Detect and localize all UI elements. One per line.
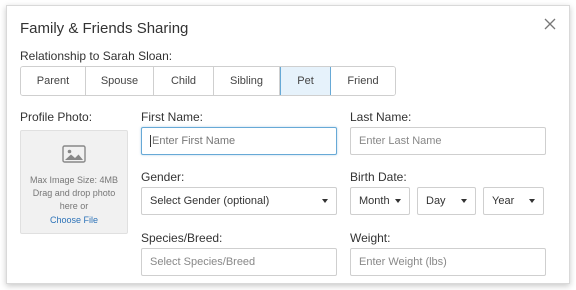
birth-year-value: Year bbox=[492, 195, 515, 207]
close-icon[interactable] bbox=[542, 16, 558, 32]
gender-label: Gender: bbox=[141, 170, 185, 184]
chevron-down-icon bbox=[529, 199, 535, 203]
first-name-label: First Name: bbox=[141, 110, 204, 124]
relationship-option-parent[interactable]: Parent bbox=[21, 67, 86, 95]
species-field[interactable]: Select Species/Breed bbox=[141, 248, 337, 276]
birth-month-select[interactable]: Month bbox=[350, 187, 410, 215]
relationship-option-friend[interactable]: Friend bbox=[331, 67, 395, 95]
profile-photo-label: Profile Photo: bbox=[20, 110, 93, 124]
photo-instructions: Max Image Size: 4MB Drag and drop photo … bbox=[21, 174, 127, 213]
weight-field[interactable]: Enter Weight (lbs) bbox=[350, 248, 546, 276]
last-name-field[interactable]: Enter Last Name bbox=[350, 127, 546, 155]
image-icon bbox=[62, 144, 86, 169]
species-label: Species/Breed: bbox=[141, 231, 223, 245]
relationship-option-spouse[interactable]: Spouse bbox=[86, 67, 154, 95]
relationship-selector: Parent Spouse Child Sibling Pet Friend bbox=[20, 66, 396, 96]
relationship-option-sibling[interactable]: Sibling bbox=[214, 67, 280, 95]
drag-drop-text: Drag and drop photo here or bbox=[32, 188, 116, 211]
relationship-option-pet[interactable]: Pet bbox=[280, 67, 331, 95]
birth-day-value: Day bbox=[426, 195, 446, 207]
relationship-label: Relationship to Sarah Sloan: bbox=[20, 49, 173, 63]
family-sharing-dialog: Family & Friends Sharing Relationship to… bbox=[6, 5, 570, 284]
weight-label: Weight: bbox=[350, 231, 391, 245]
first-name-field[interactable]: Enter First Name bbox=[141, 127, 337, 155]
last-name-label: Last Name: bbox=[350, 110, 412, 124]
choose-file-link[interactable]: Choose File bbox=[21, 215, 127, 225]
photo-dropzone[interactable]: Max Image Size: 4MB Drag and drop photo … bbox=[20, 130, 128, 234]
birth-month-value: Month bbox=[359, 195, 390, 207]
last-name-placeholder: Enter Last Name bbox=[359, 135, 442, 147]
max-size-text: Max Image Size: 4MB bbox=[29, 175, 119, 185]
first-name-placeholder: Enter First Name bbox=[152, 135, 236, 147]
gender-select[interactable]: Select Gender (optional) bbox=[141, 187, 337, 215]
birth-year-select[interactable]: Year bbox=[483, 187, 544, 215]
species-placeholder: Select Species/Breed bbox=[150, 256, 256, 268]
chevron-down-icon bbox=[395, 199, 401, 203]
chevron-down-icon bbox=[461, 199, 467, 203]
text-cursor bbox=[150, 135, 151, 148]
weight-placeholder: Enter Weight (lbs) bbox=[359, 256, 447, 268]
birth-day-select[interactable]: Day bbox=[417, 187, 476, 215]
relationship-option-child[interactable]: Child bbox=[154, 67, 214, 95]
birth-date-label: Birth Date: bbox=[350, 170, 407, 184]
gender-value: Select Gender (optional) bbox=[150, 195, 270, 207]
chevron-down-icon bbox=[322, 199, 328, 203]
dialog-title: Family & Friends Sharing bbox=[20, 20, 189, 37]
